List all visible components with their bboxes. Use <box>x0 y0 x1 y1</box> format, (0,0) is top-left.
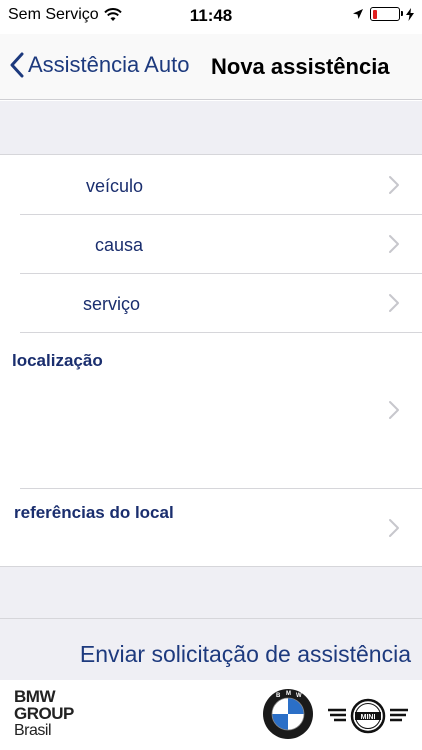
group-line2: GROUP <box>14 704 74 723</box>
svg-text:MINI: MINI <box>361 714 376 721</box>
location-row[interactable]: localização <box>0 333 422 488</box>
location-arrow-icon <box>353 9 363 19</box>
group-line3: Brasil <box>14 722 52 739</box>
vehicle-row[interactable]: veículo <box>0 156 422 214</box>
references-row[interactable]: referências do local <box>0 489 422 566</box>
battery-level <box>372 9 377 19</box>
status-bar: Sem Serviço 11:48 <box>0 0 422 34</box>
chevron-right-icon <box>389 235 399 253</box>
bmw-logo: B M W <box>263 689 313 739</box>
back-button[interactable]: Assistência Auto <box>10 52 189 78</box>
references-title: referências do local <box>14 503 174 522</box>
section-spacer-top <box>0 101 422 155</box>
mini-logo: MINI <box>328 698 408 734</box>
svg-text:M: M <box>286 691 291 697</box>
footer: BMW GROUP Brasil B M W MINI <box>0 680 422 750</box>
chevron-right-icon <box>389 519 399 537</box>
status-right <box>352 7 414 21</box>
back-button-label: Assistência Auto <box>28 52 190 77</box>
section-spacer-bottom <box>0 566 422 618</box>
service-row[interactable]: serviço <box>0 274 422 332</box>
chevron-right-icon <box>389 401 399 419</box>
vehicle-label: veículo <box>86 176 144 196</box>
cause-row[interactable]: causa <box>0 215 422 273</box>
chevron-left-icon <box>10 52 24 78</box>
svg-text:B: B <box>276 693 281 699</box>
service-label: serviço <box>83 294 141 314</box>
page-title: Nova assistência <box>211 54 390 79</box>
chevron-right-icon <box>389 294 399 312</box>
bmw-group-brasil-logo: BMW GROUP Brasil <box>14 688 74 739</box>
send-request-label: Enviar solicitação de assistência <box>79 641 411 667</box>
svg-text:W: W <box>296 693 302 699</box>
navigation-bar: Assistência Auto Nova assistência <box>0 34 422 100</box>
battery-icon <box>370 7 403 21</box>
send-request-button[interactable]: Enviar solicitação de assistência <box>0 618 422 680</box>
group-line1: BMW <box>14 687 55 706</box>
chevron-right-icon <box>389 176 399 194</box>
location-title: localização <box>12 351 103 370</box>
charging-bolt-icon <box>406 7 414 21</box>
cause-label: causa <box>95 235 144 255</box>
